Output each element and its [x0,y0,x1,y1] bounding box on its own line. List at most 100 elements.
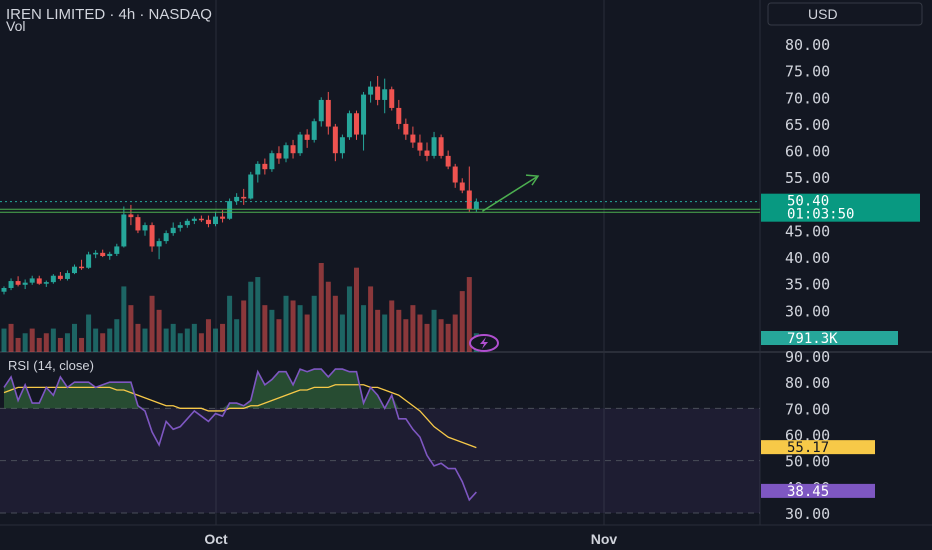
candle-body [191,218,197,221]
rsi-tick-label: 30.00 [785,505,830,523]
volume-bar [417,314,423,352]
candle-body [22,282,28,285]
candle-body [269,153,275,170]
price-tick-label: 60.00 [785,143,830,161]
candle-body [325,99,331,127]
price-tick-label: 55.00 [785,169,830,187]
candle-body [276,153,282,159]
volume-bar [276,319,282,352]
volume-bar [107,328,113,352]
candle-body [135,217,141,231]
volume-bar [191,323,197,352]
candle-body [346,113,352,138]
candle-body [424,150,430,156]
volume-bar [22,333,28,352]
candle-body [8,281,14,288]
candle-body [227,201,233,219]
candle-body [177,225,183,228]
volume-bar [8,323,14,352]
volume-bar [72,323,77,352]
candle-body [86,254,92,268]
rsi-tick-label: 80.00 [785,374,830,392]
price-tick-label: 40.00 [785,249,830,267]
volume-bar [445,323,451,352]
volume-bar [1,328,7,352]
volume-bar [396,309,402,352]
volume-bar [248,281,254,352]
volume-bar [57,337,63,352]
volume-bar [177,333,183,352]
volume-bar [100,333,106,352]
candle-body [255,163,261,175]
volume-bar [36,337,42,352]
lightning-icon[interactable] [469,334,499,352]
volume-bar [156,309,162,352]
candle-body [297,134,303,154]
volume-bar [459,291,465,352]
candle-body [473,201,479,210]
volume-bar [114,319,120,352]
currency-button[interactable]: USD [767,2,923,26]
candle-body [368,86,374,95]
candle-body [311,121,317,140]
candle-body [389,89,395,108]
volume-label: Vol [6,18,25,34]
volume-bar [389,300,395,352]
volume-bar [184,328,190,352]
candle-body [100,252,106,257]
candle-body [417,142,423,151]
time-tick-label: Oct [204,531,228,547]
volume-bar [128,305,134,352]
volume-bar [15,337,21,352]
rsi-ma-badge-value: 55.17 [787,440,829,456]
candle-body [142,225,148,231]
candle-body [149,225,155,247]
candle-body [198,218,204,221]
candle-body [382,89,388,100]
volume-bar [170,323,176,352]
rsi-overbought-fill [4,369,477,409]
volume-bar [135,323,141,352]
volume-bar [79,337,85,352]
volume-bar [198,333,204,352]
bar-countdown: 01:03:50 [787,207,854,223]
candle-body [459,182,465,191]
time-tick-label: Nov [591,531,618,547]
candle-body [234,196,240,202]
rsi-tick-label: 70.00 [785,400,830,418]
candle-body [64,273,70,279]
volume-bar [149,295,155,352]
candle-body [36,278,42,284]
candle-body [375,86,381,100]
volume-bar [375,309,381,352]
volume-bar [142,328,148,352]
price-tick-label: 75.00 [785,63,830,81]
volume-bar [283,295,289,352]
volume-badge-value: 791.3K [787,331,838,347]
candle-body [361,94,367,135]
candle-body [184,220,190,226]
volume-bar [262,305,268,352]
candle-body [283,145,289,159]
candle-body [262,163,268,170]
candle-body [339,137,345,154]
volume-bar [269,309,275,352]
projection-arrow [481,175,539,212]
candle-body [93,252,99,255]
candle-body [114,246,120,254]
candle-body [354,113,359,135]
candle-body [15,281,21,285]
volume-bar [227,295,233,352]
chart-canvas[interactable]: 80.0075.0070.0065.0060.0055.0050.0045.00… [0,0,932,550]
candle-body [1,287,7,292]
price-tick-label: 70.00 [785,89,830,107]
candle-body [220,216,226,219]
price-tick-label: 65.00 [785,116,830,134]
volume-bar [403,319,409,352]
volume-bar [368,286,374,352]
volume-bar [86,314,92,352]
candle-body [121,214,127,247]
candle-body [163,233,169,242]
volume-bar [163,328,169,352]
volume-bar [29,328,35,352]
